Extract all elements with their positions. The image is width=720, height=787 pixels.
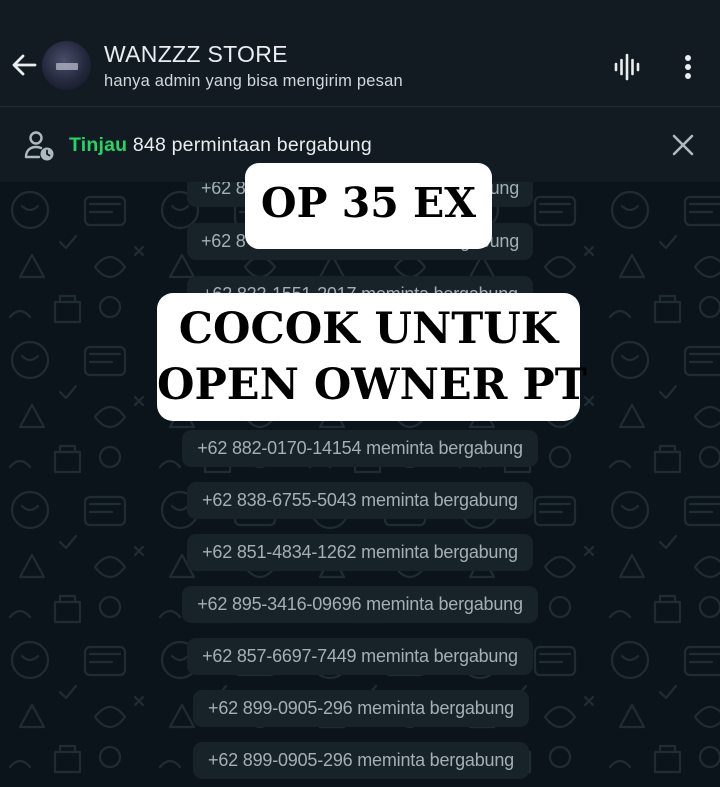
message-text: +62 899-0905-296 meminta bergabung	[208, 750, 514, 770]
join-request-message: +62 838-6755-5043 meminta bergabung	[187, 482, 533, 519]
close-icon[interactable]	[669, 131, 697, 159]
avatar-logo	[56, 63, 78, 70]
review-link[interactable]: Tinjau	[69, 134, 127, 156]
overlay-text-line2: OPEN OWNER PT	[157, 360, 587, 410]
message-text: +62 851-4834-1262 meminta bergabung	[202, 542, 518, 562]
more-options-icon[interactable]	[676, 52, 700, 82]
overlay-label-top: OP 35 EX	[245, 163, 492, 249]
join-requests-count: 848 permintaan bergabung	[127, 134, 372, 156]
message-text: +62 882-0170-14154 meminta bergabung	[197, 438, 523, 458]
chat-area[interactable]: +62 8bergabung +62 8bergabung +62 822-15…	[0, 182, 720, 787]
message-text: +62 895-3416-09696 meminta bergabung	[197, 594, 523, 614]
join-request-message: +62 895-3416-09696 meminta bergabung	[182, 586, 538, 623]
join-request-message: +62 857-6697-7449 meminta bergabung	[187, 638, 533, 675]
join-request-message: +62 899-0905-296 meminta bergabung	[193, 690, 529, 727]
voice-chat-icon[interactable]	[612, 52, 642, 82]
message-text: +62 857-6697-7449 meminta bergabung	[202, 646, 518, 666]
join-request-message: +62 851-4834-1262 meminta bergabung	[187, 534, 533, 571]
message-text-start: +62 8	[201, 182, 246, 198]
pending-user-icon	[24, 131, 54, 161]
group-title[interactable]: WANZZZ STORE	[104, 41, 288, 68]
overlay-text-top: OP 35 EX	[260, 179, 477, 227]
group-subtitle: hanya admin yang bisa mengirim pesan	[104, 72, 403, 90]
group-avatar[interactable]	[42, 41, 91, 90]
message-text-start: +62 8	[201, 231, 246, 251]
join-requests-text[interactable]: Tinjau 848 permintaan bergabung	[69, 134, 372, 157]
join-request-message: +62 899-0905-296 meminta bergabung	[193, 742, 529, 779]
overlay-label-main: COCOK UNTUK OPEN OWNER PT	[157, 293, 587, 421]
join-request-message: +62 882-0170-14154 meminta bergabung	[182, 430, 538, 467]
back-arrow-icon[interactable]	[10, 50, 38, 80]
overlay-text-line1: COCOK UNTUK	[178, 304, 559, 354]
message-text: +62 838-6755-5043 meminta bergabung	[202, 490, 518, 510]
chat-header: WANZZZ STORE hanya admin yang bisa mengi…	[0, 0, 720, 107]
message-text: +62 899-0905-296 meminta bergabung	[208, 698, 514, 718]
